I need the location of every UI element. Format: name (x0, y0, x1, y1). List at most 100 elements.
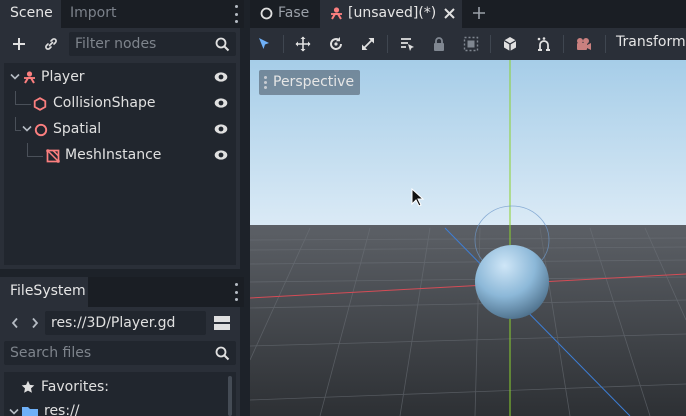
list-select-button[interactable] (396, 33, 418, 55)
path-field[interactable]: res://3D/Player.gd (45, 311, 206, 335)
search-files-placeholder: Search files (10, 345, 92, 361)
node-label: MeshInstance (65, 147, 162, 163)
link-icon (45, 38, 57, 50)
rotate-mode-button[interactable] (325, 33, 347, 55)
viewport-toolbar: Transform (250, 28, 686, 60)
new-scene-tab-button[interactable] (468, 0, 490, 28)
toggle-split-mode-button[interactable] (211, 312, 233, 334)
node-label: Player (41, 69, 85, 85)
tab-import[interactable]: Import (60, 0, 126, 28)
snap-button[interactable] (533, 33, 555, 55)
toolbar-separator (387, 35, 388, 53)
close-icon[interactable] (444, 8, 455, 19)
filesystem-dock-menu-icon[interactable] (234, 283, 238, 301)
chevron-right-icon (32, 317, 39, 329)
search-icon (215, 36, 230, 60)
tree-row-spatial[interactable]: Spatial (4, 117, 236, 143)
tree-guide (15, 104, 31, 105)
toolbar-separator (563, 35, 564, 53)
list-select-icon (401, 38, 414, 51)
add-node-button[interactable] (8, 33, 30, 55)
split-view-icon (214, 316, 230, 330)
tree-row-meshinstance[interactable]: MeshInstance (4, 143, 236, 169)
perspective-label: Perspective (273, 74, 355, 90)
toolbar-separator (605, 35, 606, 53)
visibility-eye-icon[interactable] (214, 71, 228, 83)
snap-icon (537, 37, 550, 51)
ground-plane (250, 225, 686, 416)
lock-icon (434, 37, 444, 51)
scale-icon (362, 38, 374, 50)
search-files-input[interactable]: Search files (4, 341, 236, 365)
chevron-down-icon[interactable] (10, 73, 20, 81)
cursor-arrow-icon (259, 38, 269, 49)
visibility-eye-icon[interactable] (214, 123, 228, 135)
tree-guide (15, 117, 16, 130)
3d-viewport[interactable] (250, 60, 686, 416)
left-dock: Scene Import Filter nodes Player Collisi… (0, 0, 244, 416)
folder-icon (22, 407, 38, 416)
local-space-button[interactable] (499, 33, 521, 55)
tree-guide (27, 143, 28, 156)
plus-icon (473, 7, 485, 19)
scene-tab-label: [unsaved](*) (348, 5, 437, 21)
forward-button[interactable] (24, 312, 46, 334)
camera-icon (577, 38, 591, 50)
scene-tree: Player CollisionShape Spatial MeshInstan… (4, 63, 236, 265)
scene-tab-label: Fase (278, 5, 310, 21)
scene-dock-tabbar: Scene Import (0, 0, 244, 28)
scene-dock-menu-icon[interactable] (234, 5, 238, 23)
search-icon (215, 345, 230, 369)
transform-menu[interactable]: Transform (616, 34, 686, 50)
select-mode-button[interactable] (253, 33, 275, 55)
node-label: CollisionShape (53, 95, 156, 111)
file-tree: Favorites: res:// (4, 372, 236, 416)
chevron-down-icon[interactable] (22, 125, 32, 133)
spatial-icon (34, 123, 48, 137)
visibility-eye-icon[interactable] (214, 149, 228, 161)
lock-button[interactable] (428, 33, 450, 55)
mouse-cursor-icon (411, 188, 425, 207)
perspective-menu[interactable]: Perspective (259, 70, 361, 95)
tree-guide (15, 130, 21, 131)
kinematic-body-icon (331, 7, 342, 20)
camera-preview-button[interactable] (572, 33, 594, 55)
spatial-icon (260, 7, 273, 20)
scene-tabs-bar: Fase [unsaved](*) (250, 0, 686, 28)
filesystem-dock-tabbar: FileSystem (0, 277, 244, 307)
scene-tab-fase[interactable]: Fase (250, 0, 320, 28)
drag-handle-icon (264, 76, 267, 89)
scene-tab-unsaved[interactable]: [unsaved](*) (320, 0, 462, 28)
res-root-row[interactable]: res:// (4, 400, 224, 416)
tree-row-collisionshape[interactable]: CollisionShape (4, 91, 236, 117)
tab-filesystem[interactable]: FileSystem (0, 277, 88, 307)
toolbar-separator (283, 35, 284, 53)
tab-scene[interactable]: Scene (0, 0, 61, 28)
cube-icon (503, 37, 517, 51)
mesh-instance-icon (46, 149, 60, 163)
move-mode-button[interactable] (292, 33, 314, 55)
instance-scene-button[interactable] (40, 33, 62, 55)
file-tree-scrollbar[interactable] (228, 376, 232, 416)
group-button[interactable] (460, 33, 482, 55)
tree-row-player[interactable]: Player (4, 65, 236, 91)
rotate-icon (330, 37, 342, 50)
node-label: Spatial (53, 121, 102, 137)
plus-icon (13, 38, 25, 50)
visibility-eye-icon[interactable] (214, 97, 228, 109)
back-button[interactable] (4, 312, 26, 334)
filter-nodes-input[interactable]: Filter nodes (69, 32, 236, 56)
favorites-row[interactable]: Favorites: (4, 375, 224, 399)
chevron-left-icon (11, 317, 18, 329)
sphere-mesh[interactable] (475, 245, 549, 319)
tree-guide (27, 156, 43, 157)
chevron-down-icon[interactable] (9, 408, 19, 416)
scale-mode-button[interactable] (357, 33, 379, 55)
res-root-label: res:// (44, 403, 80, 416)
favorites-label: Favorites: (41, 379, 109, 395)
filter-nodes-placeholder: Filter nodes (75, 36, 157, 52)
group-icon (463, 36, 479, 52)
move-icon (295, 36, 311, 52)
tree-guide (15, 91, 16, 104)
toolbar-separator (490, 35, 491, 53)
